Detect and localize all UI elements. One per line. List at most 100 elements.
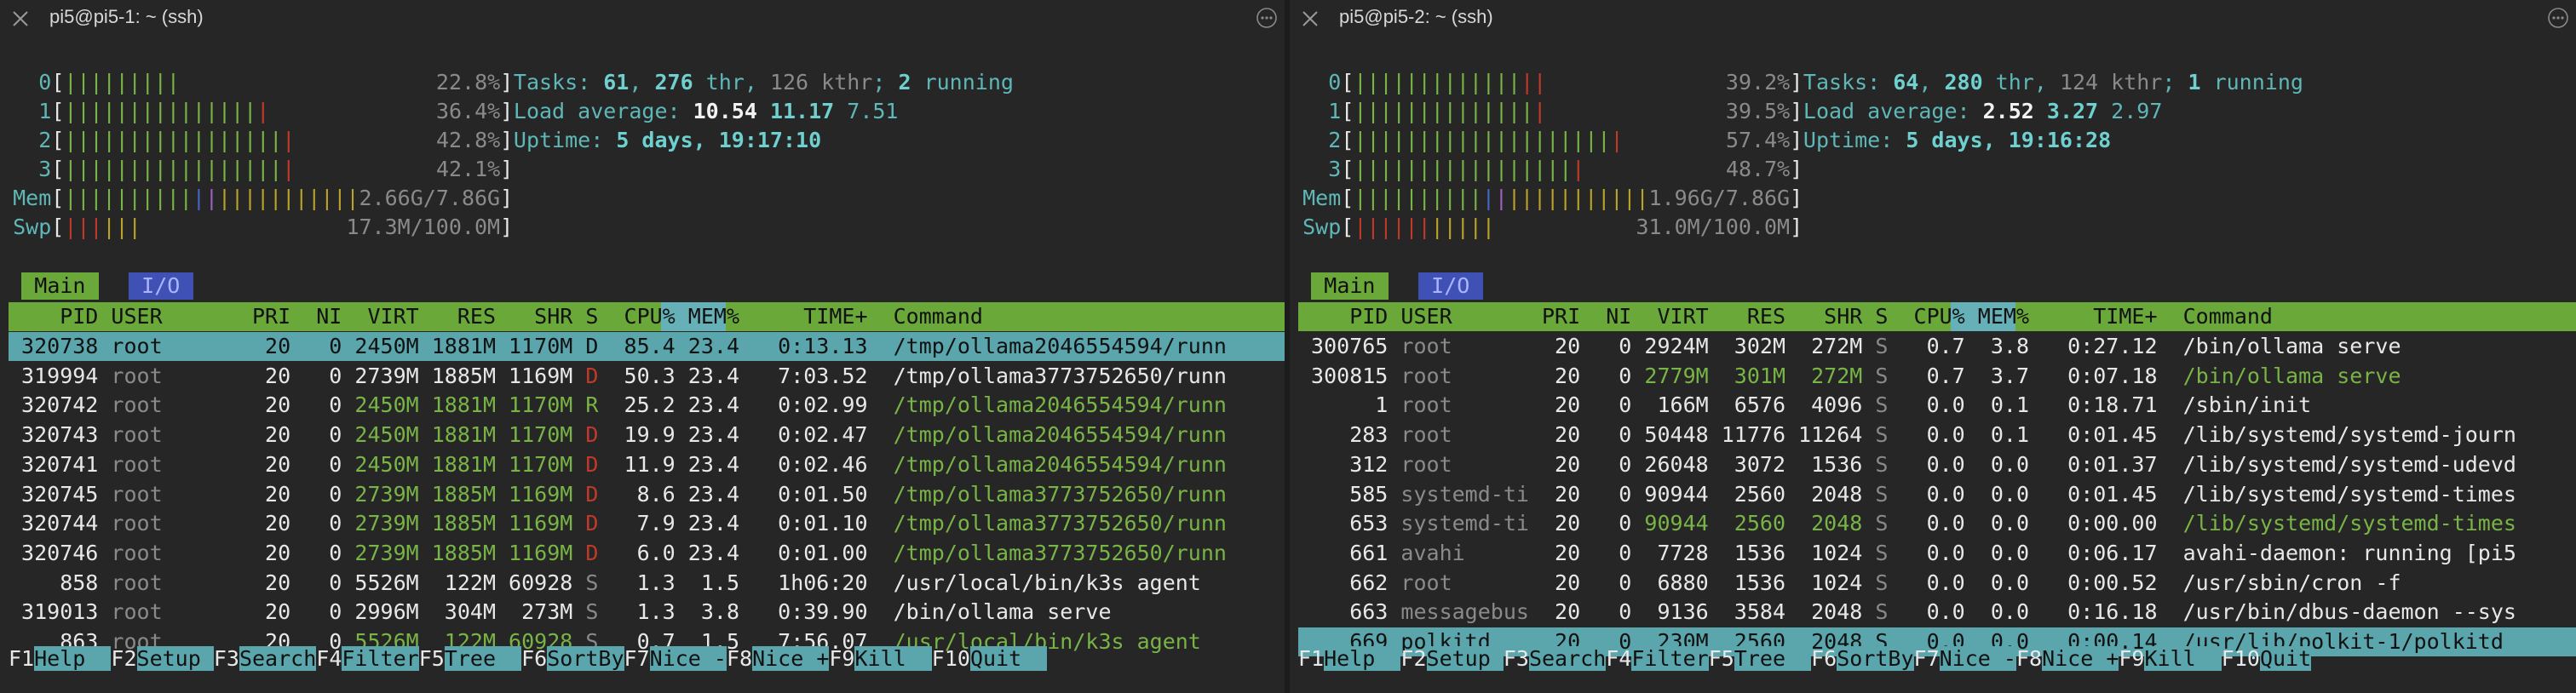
- process-row[interactable]: 300765 root 20 0 2924M 302M 272M S 0.7 3…: [1298, 332, 2576, 361]
- process-row[interactable]: 662 root 20 0 6880 1536 1024 S 0.0 0.0 0…: [1298, 569, 2576, 598]
- cell-command: /tmp/ollama3773752650/runn: [867, 540, 1227, 565]
- process-row[interactable]: 320745 root 20 0 2739M 1885M 1169M D 8.6…: [9, 480, 1285, 509]
- cell-state: D: [572, 363, 599, 388]
- fkey-f10[interactable]: F10Quit: [932, 646, 1048, 671]
- fkey-f7[interactable]: F7Nice -: [1914, 646, 2016, 671]
- process-row[interactable]: 320741 root 20 0 2450M 1881M 1170M D 11.…: [9, 450, 1285, 479]
- process-row[interactable]: 661 avahi 20 0 7728 1536 1024 S 0.0 0.0 …: [1298, 539, 2576, 568]
- tab-main[interactable]: Main: [1311, 272, 1389, 300]
- threads-label: thr,: [693, 70, 770, 94]
- cpu-meter-0: 0[||||||||| 22.8%]: [38, 68, 513, 97]
- header-user: USER: [1400, 304, 1529, 329]
- process-row[interactable]: 653 systemd-ti 20 0 90944 2560 2048 S 0.…: [1298, 509, 2576, 538]
- fkey-f5[interactable]: F5Tree: [419, 646, 522, 671]
- uptime-line: Uptime: 5 days, 19:16:28: [1803, 126, 2111, 155]
- cell-state: S: [1862, 334, 1889, 358]
- fkey-f3[interactable]: F3Search: [1504, 646, 1607, 671]
- fkey-f10[interactable]: F10Quit: [2222, 646, 2312, 671]
- process-row[interactable]: 319994 root 20 0 2739M 1885M 1169M D 50.…: [9, 362, 1285, 391]
- cell-cpu: 50.3: [598, 363, 676, 388]
- fkey-label: F7: [624, 646, 650, 671]
- cpu-id: 0: [38, 70, 52, 94]
- cell-res: 1881M: [418, 451, 496, 477]
- cell-user: root: [1400, 570, 1529, 595]
- cell-user: root: [111, 570, 239, 595]
- cell-user: root: [111, 422, 239, 448]
- cell-command: /sbin/init: [2157, 392, 2312, 418]
- cell-pri: 20: [239, 451, 291, 477]
- fkey-f5[interactable]: F5Tree: [1709, 646, 1812, 671]
- cpu-bar-normal: |||||||||||||||||: [1354, 157, 1573, 181]
- cell-pid: 661: [1298, 540, 1401, 565]
- cell-pri: 20: [1528, 599, 1581, 625]
- fkey-f4[interactable]: F4Filter: [316, 646, 419, 671]
- cell-ni: 0: [1580, 392, 1632, 418]
- fkey-label: F9: [829, 646, 855, 671]
- close-icon[interactable]: [1300, 9, 1320, 29]
- column-header[interactable]: PID USER PRI NI VIRT RES SHR S CPU% MEM%…: [1298, 302, 2576, 331]
- cell-pid: 319994: [9, 363, 112, 388]
- tab-io[interactable]: I/O: [1418, 272, 1483, 300]
- tasks-count: 64: [1893, 70, 1919, 94]
- more-options-icon[interactable]: [1256, 7, 1278, 29]
- fkey-f2[interactable]: F2Setup: [111, 646, 214, 671]
- cpu-bar-kernel: |: [282, 157, 296, 181]
- fkey-f9[interactable]: F9Kill: [2119, 646, 2222, 671]
- mem-bar-used: ||||||||||: [64, 186, 193, 210]
- process-row[interactable]: 1 root 20 0 166M 6576 4096 S 0.0 0.1 0:1…: [1298, 391, 2576, 420]
- cell-shr: 1169M: [496, 511, 573, 536]
- cell-command: /tmp/ollama2046554594/runn: [867, 334, 1227, 358]
- process-row[interactable]: 585 systemd-ti 20 0 90944 2560 2048 S 0.…: [1298, 480, 2576, 509]
- terminal-pane-left[interactable]: pi5@pi5-1: ~ (ssh) 0[||||||||| 22.8%] 1[||…: [0, 0, 1285, 693]
- running-label: running: [2200, 70, 2303, 94]
- process-row[interactable]: 320746 root 20 0 2739M 1885M 1169M D 6.0…: [9, 539, 1285, 568]
- cell-virt: 6880: [1631, 570, 1709, 595]
- fkey-f6[interactable]: F6SortBy: [1811, 646, 1914, 671]
- terminal-pane-right[interactable]: pi5@pi5-2: ~ (ssh) 0[||||||||||||||| 39.2…: [1290, 0, 2576, 693]
- process-row[interactable]: 312 root 20 0 26048 3072 1536 S 0.0 0.0 …: [1298, 450, 2576, 479]
- process-row[interactable]: 320743 root 20 0 2450M 1881M 1170M D 19.…: [9, 421, 1285, 450]
- cell-pid: 283: [1298, 422, 1401, 448]
- process-row[interactable]: 320742 root 20 0 2450M 1881M 1170M R 25.…: [9, 391, 1285, 420]
- cell-virt: 2739M: [342, 481, 419, 507]
- tab-main[interactable]: Main: [21, 272, 99, 300]
- cell-pid: 320738: [9, 334, 112, 358]
- process-row[interactable]: 320738 root 20 0 2450M 1881M 1170M D 85.…: [9, 332, 1285, 361]
- fkey-f8[interactable]: F8Nice +: [2016, 646, 2119, 671]
- mem-label: Mem: [13, 186, 52, 210]
- cell-ni: 0: [1580, 451, 1632, 477]
- fkey-f9[interactable]: F9Kill: [829, 646, 932, 671]
- cell-command: /tmp/ollama3773752650/runn: [867, 511, 1227, 536]
- cell-shr: 272M: [1785, 334, 1863, 358]
- process-row[interactable]: 283 root 20 0 50448 11776 11264 S 0.0 0.…: [1298, 421, 2576, 450]
- close-icon[interactable]: [10, 9, 31, 29]
- mem-value: 1.96G/7.86G: [1648, 186, 1791, 210]
- load-15m: 2.97: [2111, 99, 2163, 123]
- fkey-f7[interactable]: F7Nice -: [624, 646, 727, 671]
- tab-io[interactable]: I/O: [129, 272, 193, 300]
- fkey-f8[interactable]: F8Nice +: [727, 646, 830, 671]
- column-header[interactable]: PID USER PRI NI VIRT RES SHR S CPU% MEM%…: [9, 302, 1285, 331]
- process-row[interactable]: 320744 root 20 0 2739M 1885M 1169M D 7.9…: [9, 509, 1285, 538]
- cell-virt: 2779M: [1631, 363, 1709, 388]
- fkey-f6[interactable]: F6SortBy: [521, 646, 624, 671]
- fkey-f3[interactable]: F3Search: [214, 646, 317, 671]
- process-row[interactable]: 319013 root 20 0 2996M 304M 273M S 1.3 3…: [9, 598, 1285, 627]
- cpu-bar-kernel: |: [1533, 99, 1547, 123]
- bracket: [: [51, 99, 65, 123]
- process-row[interactable]: 858 root 20 0 5526M 122M 60928 S 1.3 1.5…: [9, 569, 1285, 598]
- fkey-f1[interactable]: F1Help: [1298, 646, 1401, 671]
- process-row[interactable]: 300815 root 20 0 2779M 301M 272M S 0.7 3…: [1298, 362, 2576, 391]
- fkey-f4[interactable]: F4Filter: [1606, 646, 1709, 671]
- cell-time: 0:06.17: [2029, 540, 2158, 565]
- header-ni: NI: [290, 304, 342, 329]
- cpu-meter-3: 3[|||||||||||||||||| 48.7%]: [1328, 155, 1803, 184]
- fkey-f1[interactable]: F1Help: [9, 646, 112, 671]
- mem-bar-buffers: |: [1481, 186, 1495, 210]
- more-options-icon[interactable]: [2547, 7, 2569, 29]
- fkey-f2[interactable]: F2Setup: [1400, 646, 1504, 671]
- cell-user: root: [111, 451, 239, 477]
- process-row[interactable]: 663 messagebus 20 0 9136 3584 2048 S 0.0…: [1298, 598, 2576, 627]
- cell-pid: 320742: [9, 392, 112, 418]
